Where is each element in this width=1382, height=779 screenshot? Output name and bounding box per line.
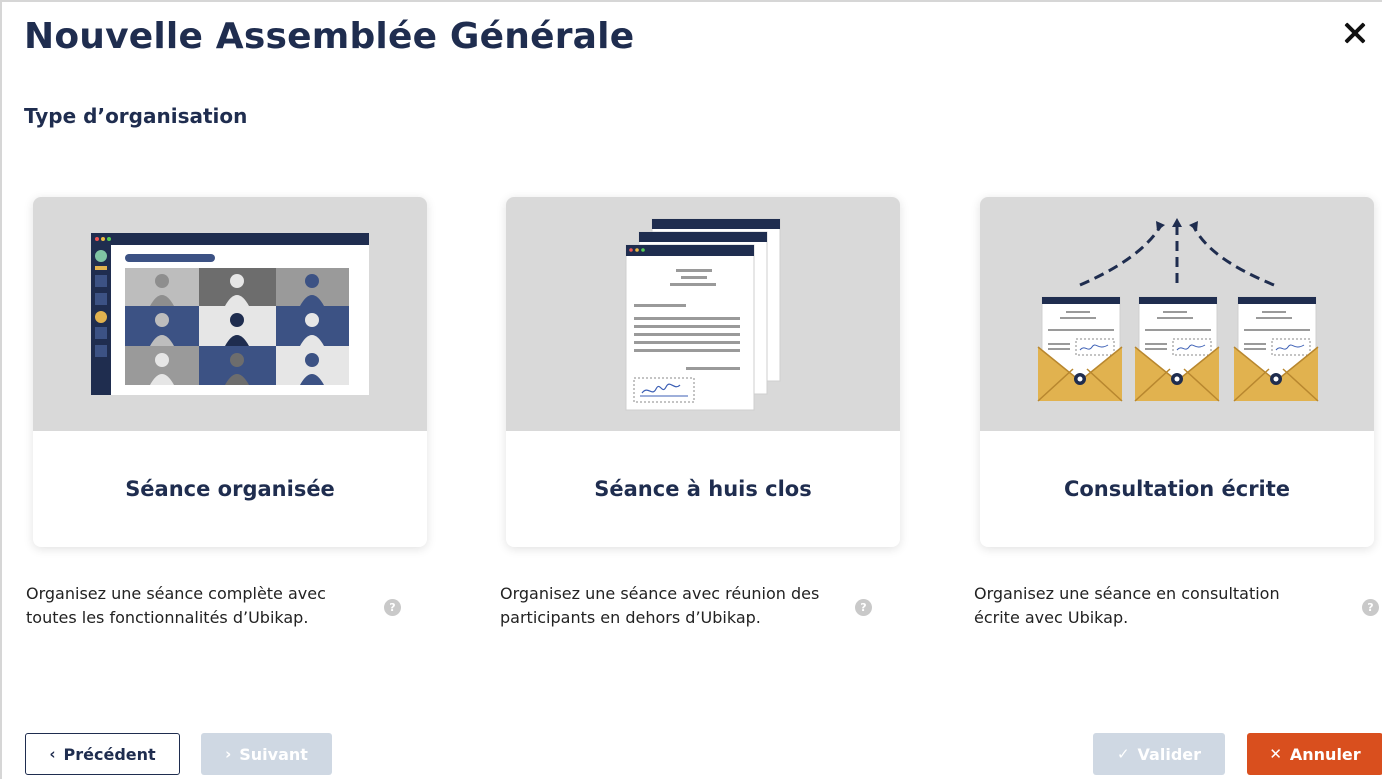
validate-button-label: Valider — [1137, 744, 1202, 764]
cancel-button-label: Annuler — [1289, 744, 1361, 764]
option-card-consultation-ecrite[interactable]: Consultation écrite — [980, 197, 1374, 547]
option-description: Organisez une séance avec réunion des pa… — [500, 584, 820, 627]
envelopes-illustration — [980, 197, 1374, 431]
option-label: Séance à huis clos — [594, 477, 812, 501]
chevron-left-icon: ‹ — [49, 745, 56, 763]
modal-title: Nouvelle Assemblée Générale — [24, 16, 635, 57]
option-card-seance-huis-clos[interactable]: Séance à huis clos — [506, 197, 900, 547]
option-description: Organisez une séance en consultation écr… — [974, 584, 1280, 627]
help-icon[interactable]: ? — [1362, 599, 1379, 616]
close-icon: ✕ — [1269, 745, 1282, 763]
option-card-seance-organisee[interactable]: Séance organisée — [33, 197, 427, 547]
new-general-assembly-modal: Nouvelle Assemblée Générale Type d’organ… — [0, 0, 1382, 779]
option-label: Séance organisée — [125, 477, 335, 501]
cancel-button[interactable]: ✕ Annuler — [1247, 733, 1382, 775]
video-conference-illustration — [33, 197, 427, 431]
help-icon[interactable]: ? — [384, 599, 401, 616]
help-icon[interactable]: ? — [855, 599, 872, 616]
next-button[interactable]: › Suivant — [201, 733, 332, 775]
close-icon[interactable] — [1342, 20, 1368, 46]
chevron-right-icon: › — [225, 745, 232, 763]
next-button-label: Suivant — [239, 744, 308, 764]
option-description: Organisez une séance complète avec toute… — [26, 584, 326, 627]
signed-documents-illustration — [506, 197, 900, 431]
check-icon: ✓ — [1116, 745, 1130, 763]
validate-button[interactable]: ✓ Valider — [1093, 733, 1225, 775]
section-title: Type d’organisation — [24, 104, 248, 128]
previous-button-label: Précédent — [63, 744, 156, 764]
option-label: Consultation écrite — [1063, 477, 1291, 501]
previous-button[interactable]: ‹ Précédent — [25, 733, 180, 775]
